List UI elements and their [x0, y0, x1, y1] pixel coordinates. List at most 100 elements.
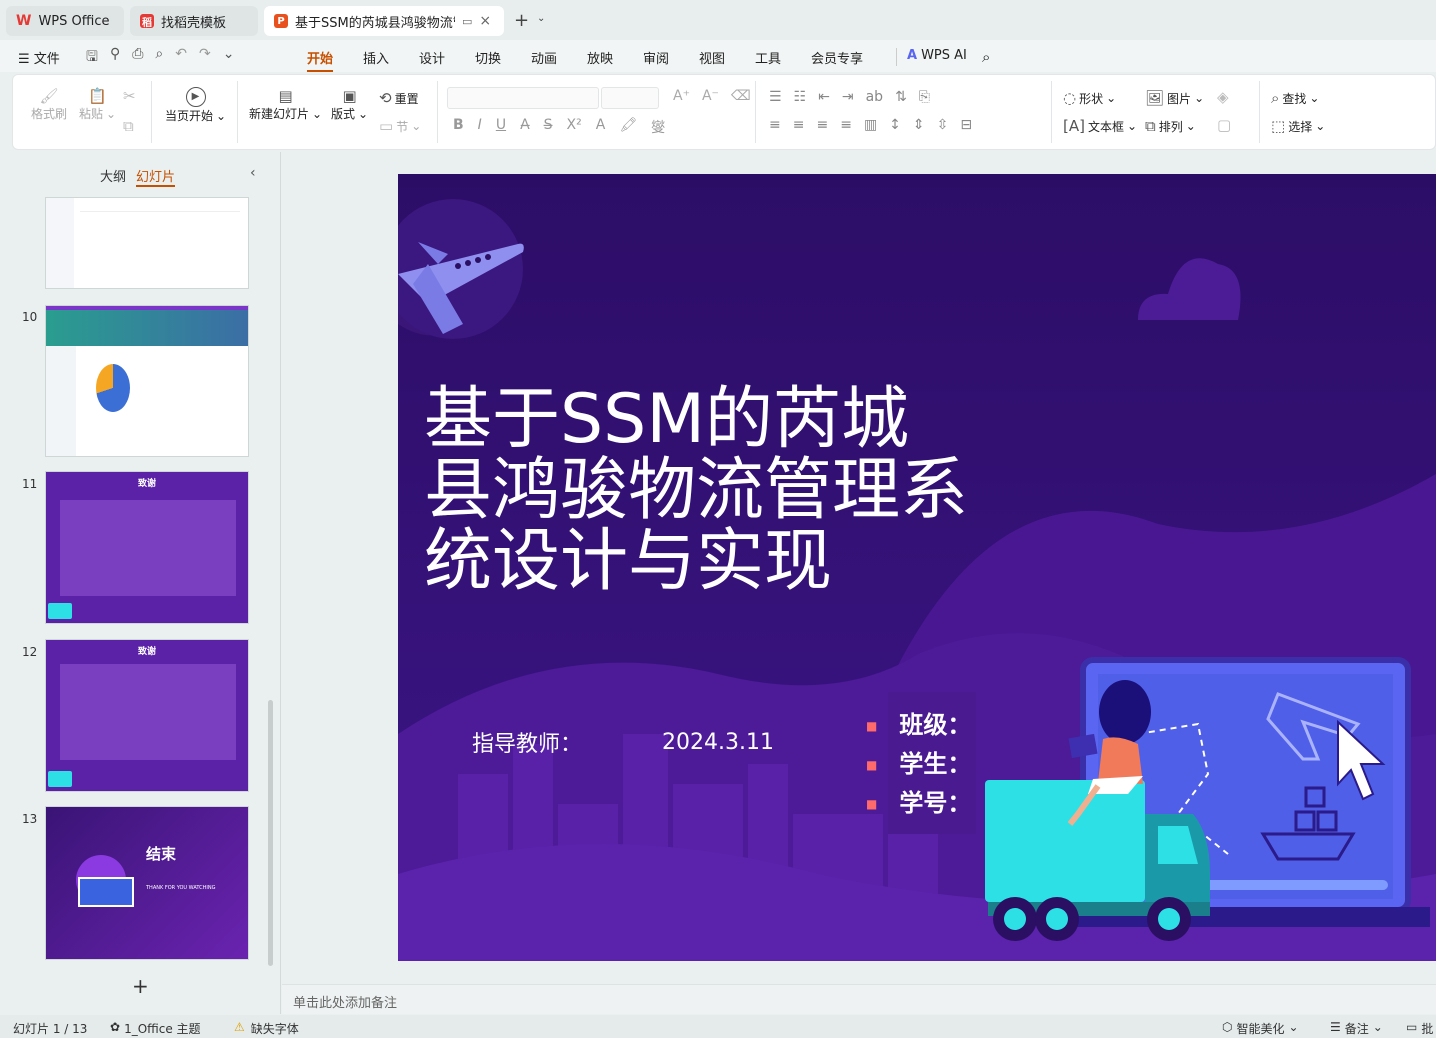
slide-title[interactable]: 基于SSM的芮城 县鸿骏物流管理系 统设计与实现 [424, 384, 968, 597]
font-size-select[interactable] [601, 87, 659, 109]
increase-font-icon[interactable]: A⁺ [673, 88, 690, 104]
slide-number: 11 [22, 477, 38, 491]
student-info-list[interactable]: ■ 班级： ■ 学生： ■ 学号： [866, 706, 971, 823]
columns-icon[interactable]: ▥ [864, 117, 877, 133]
notes-area[interactable]: 单击此处添加备注 [282, 984, 1436, 1014]
play-from-current-button[interactable]: ▶ 当页开始 ⌄ [165, 87, 226, 124]
bold-icon[interactable]: B [453, 117, 464, 137]
italic-icon[interactable]: I [478, 117, 482, 137]
find-button[interactable]: ⌕ 查找 ⌄ [1271, 89, 1319, 107]
tab-transition[interactable]: 切换 [475, 48, 501, 67]
smart-beautify-button[interactable]: ⬡ 智能美化 ⌄ [1222, 1020, 1299, 1037]
shadow-icon[interactable]: S̶ [544, 117, 553, 137]
chevron-down-icon: ⌄ [1126, 119, 1138, 133]
slide-thumbnail-9[interactable] [46, 198, 248, 288]
underline-icon[interactable]: U [496, 117, 506, 137]
clear-format-icon[interactable]: ⌫ [731, 88, 751, 104]
tab-design[interactable]: 设计 [419, 48, 445, 67]
paste-button[interactable]: 📋 粘贴 ⌄ [79, 87, 116, 122]
advisor-label[interactable]: 指导教师： [472, 726, 582, 758]
tab-review[interactable]: 审阅 [643, 48, 669, 67]
shape-button[interactable]: ◌ 形状 ⌄ [1063, 89, 1116, 107]
char-spacing-icon[interactable]: 燮 [651, 117, 665, 137]
close-tab-icon[interactable]: × [479, 13, 491, 29]
cut-icon[interactable]: ✂ [123, 87, 136, 105]
tab-tools[interactable]: 工具 [755, 48, 781, 67]
layout-button[interactable]: ▣ 版式 ⌄ [331, 87, 368, 122]
collapse-panel-icon[interactable]: ‹ [250, 165, 256, 181]
align-left-icon[interactable]: ≡ [769, 117, 781, 133]
convert-icon[interactable]: ⎘ [919, 89, 930, 105]
notes-toggle-button[interactable]: ☰ 备注 ⌄ [1330, 1020, 1383, 1037]
window-icon[interactable]: ▭ [462, 15, 472, 28]
numbered-list-icon[interactable]: ☷ [794, 89, 807, 105]
tab-outline[interactable]: 大纲 [100, 166, 126, 185]
text-direction-icon[interactable]: ab [866, 89, 883, 105]
slide-canvas[interactable]: 基于SSM的芮城 县鸿骏物流管理系 统设计与实现 指导教师： 2024.3.11… [398, 174, 1436, 961]
slide-thumbnail-12[interactable]: 致谢 [46, 640, 248, 791]
copy-icon[interactable]: ⧉ [123, 117, 134, 135]
align-right-icon[interactable]: ≡ [816, 117, 828, 133]
font-color-icon[interactable]: A [596, 117, 606, 137]
sort-icon[interactable]: ⇅ [895, 89, 907, 105]
tab-insert[interactable]: 插入 [363, 48, 389, 67]
format-painter-label: 格式刷 [31, 107, 68, 121]
file-menu[interactable]: ☰ 文件 [18, 48, 60, 67]
reset-button[interactable]: ⟲ 重置 [379, 89, 419, 107]
chevron-down-icon[interactable]: ⌄ [537, 13, 545, 24]
slide-thumbnail-11[interactable]: 致谢 [46, 472, 248, 623]
scrollbar[interactable] [268, 700, 273, 966]
arrange-button[interactable]: ⧉ 排列 ⌄ [1145, 117, 1196, 135]
tab-slideshow[interactable]: 放映 [587, 48, 613, 67]
new-slide-button[interactable]: ▤ 新建幻灯片 ⌄ [249, 87, 322, 122]
fill-color-icon[interactable]: ◈ [1217, 88, 1229, 106]
align-center-icon[interactable]: ≡ [793, 117, 805, 133]
bullet-list-icon[interactable]: ☰ [769, 89, 782, 105]
add-slide-button[interactable]: + [132, 974, 149, 998]
tab-view[interactable]: 视图 [699, 48, 725, 67]
increase-indent-icon[interactable]: ⇥ [842, 89, 854, 105]
search-icon[interactable]: ⌕ [982, 48, 990, 66]
superscript-icon[interactable]: X² [567, 117, 582, 137]
theme-indicator[interactable]: ✿ 1_Office 主题 [110, 1020, 201, 1037]
tab-wps-office[interactable]: W WPS Office [6, 6, 124, 36]
decrease-indent-icon[interactable]: ⇤ [818, 89, 830, 105]
new-tab-icon[interactable]: + [514, 10, 529, 31]
line-spacing-icon[interactable]: ↕ [889, 117, 901, 133]
textbox-button[interactable]: [A] 文本框 ⌄ [1063, 117, 1137, 135]
comment-button[interactable]: ▭ 批 [1406, 1020, 1433, 1037]
print-icon[interactable]: ⎙ [132, 46, 143, 70]
justify-icon[interactable]: ≡ [840, 117, 852, 133]
vertical-align-icon[interactable]: ⇳ [937, 117, 949, 133]
docer-icon: 稻 [140, 14, 154, 29]
save-icon[interactable]: 🖫 [86, 46, 98, 70]
select-button[interactable]: ⬚ 选择 ⌄ [1271, 117, 1325, 135]
tab-home[interactable]: 开始 [307, 48, 334, 72]
undo-icon[interactable]: ↶ [175, 46, 187, 70]
text-box-align-icon[interactable]: ⊟ [960, 117, 972, 133]
tab-member[interactable]: 会员专享 [811, 48, 863, 67]
tab-current-doc[interactable]: P 基于SSM的芮城县鸿骏物流管 ▭ × [264, 6, 504, 36]
strikethrough-icon[interactable]: A̶ [520, 117, 530, 137]
date-text[interactable]: 2024.3.11 [662, 730, 774, 755]
tab-animation[interactable]: 动画 [531, 48, 557, 67]
format-painter-button[interactable]: 🖌 格式刷 [31, 87, 67, 122]
print-preview-icon[interactable]: ⌕ [155, 46, 163, 70]
tab-slides[interactable]: 幻灯片 [136, 166, 176, 187]
font-family-select[interactable] [447, 87, 599, 109]
highlight-icon[interactable]: 🖍 [619, 117, 637, 137]
slide-thumbnail-13[interactable]: 结束 THANK FOR YOU WATCHING [46, 807, 248, 959]
missing-font-button[interactable]: ⚠ 缺失字体 [234, 1020, 299, 1037]
beautify-icon: ⬡ [1222, 1020, 1233, 1034]
decrease-font-icon[interactable]: A⁻ [702, 88, 719, 104]
tab-docer[interactable]: 稻 找稻壳模板 [130, 6, 258, 36]
outline-color-icon[interactable]: ▢ [1217, 116, 1231, 134]
more-icon[interactable]: ⌄ [223, 46, 235, 70]
picture-button[interactable]: 🖼 图片 ⌄ [1145, 89, 1204, 107]
para-spacing-icon[interactable]: ⇕ [913, 117, 925, 133]
slide-thumbnail-10[interactable] [46, 306, 248, 456]
section-button[interactable]: ▭ 节 ⌄ [379, 117, 421, 135]
share-icon[interactable]: ⚲ [110, 46, 120, 70]
wps-ai-button[interactable]: A WPS AI [907, 48, 967, 63]
redo-icon[interactable]: ↷ [199, 46, 211, 70]
